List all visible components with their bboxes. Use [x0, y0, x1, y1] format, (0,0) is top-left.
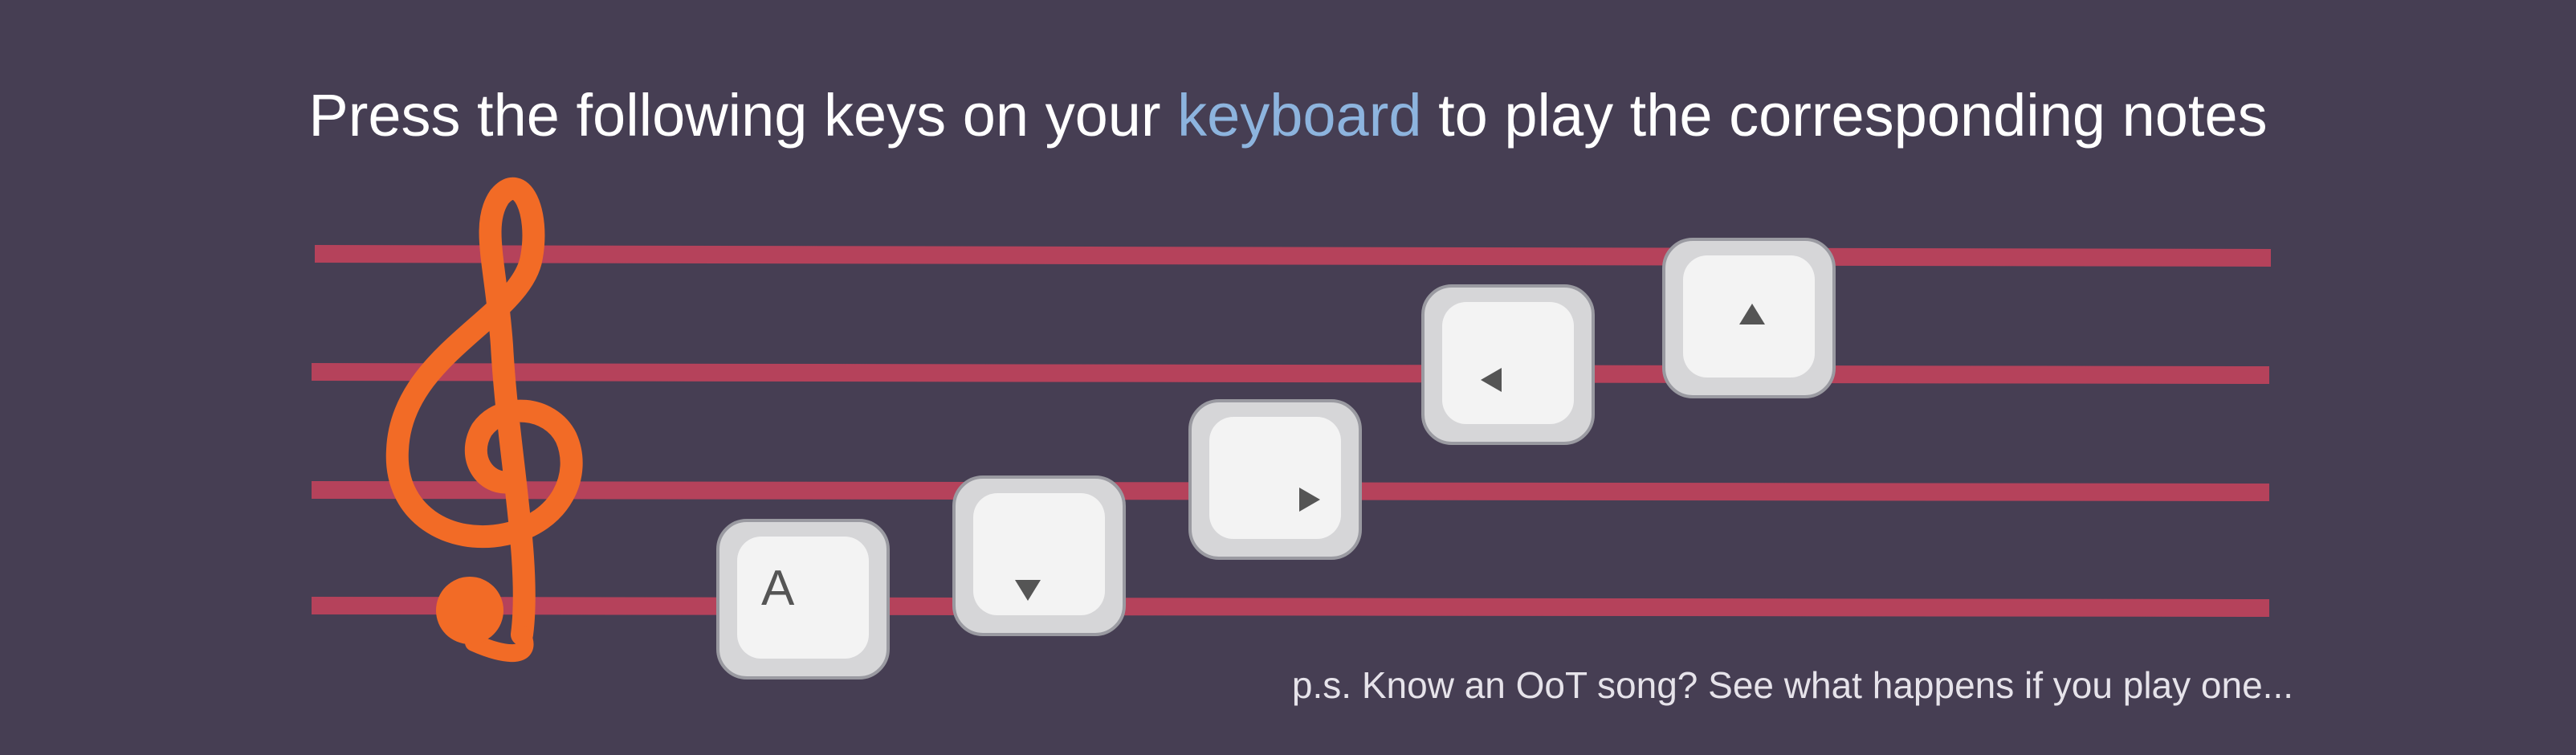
- down-arrow-key[interactable]: [952, 475, 1126, 636]
- music-staff: [312, 177, 2271, 663]
- key-cap: [1442, 302, 1574, 424]
- key-letter-a: A: [761, 561, 795, 616]
- key-cap: [973, 493, 1105, 615]
- music-keyboard-panel: Press the following keys on your keyboar…: [0, 0, 2576, 755]
- right-arrow-key[interactable]: [1188, 399, 1362, 560]
- a-key[interactable]: A: [716, 519, 890, 680]
- left-arrow-key[interactable]: [1421, 284, 1595, 445]
- staff-line: [315, 245, 2271, 267]
- triangle-left-icon: [1481, 368, 1502, 392]
- triangle-up-icon: [1739, 304, 1765, 324]
- key-cap: [1683, 255, 1815, 378]
- triangle-right-icon: [1299, 488, 1320, 512]
- triangle-down-icon: [1015, 580, 1041, 601]
- staff-line: [312, 363, 2269, 384]
- ocarina-song-hint: p.s. Know an OoT song? See what happens …: [1291, 664, 2293, 706]
- up-arrow-key[interactable]: [1662, 238, 1836, 398]
- key-cap: A: [737, 537, 869, 659]
- key-cap: [1209, 417, 1341, 539]
- staff-line: [312, 597, 2269, 617]
